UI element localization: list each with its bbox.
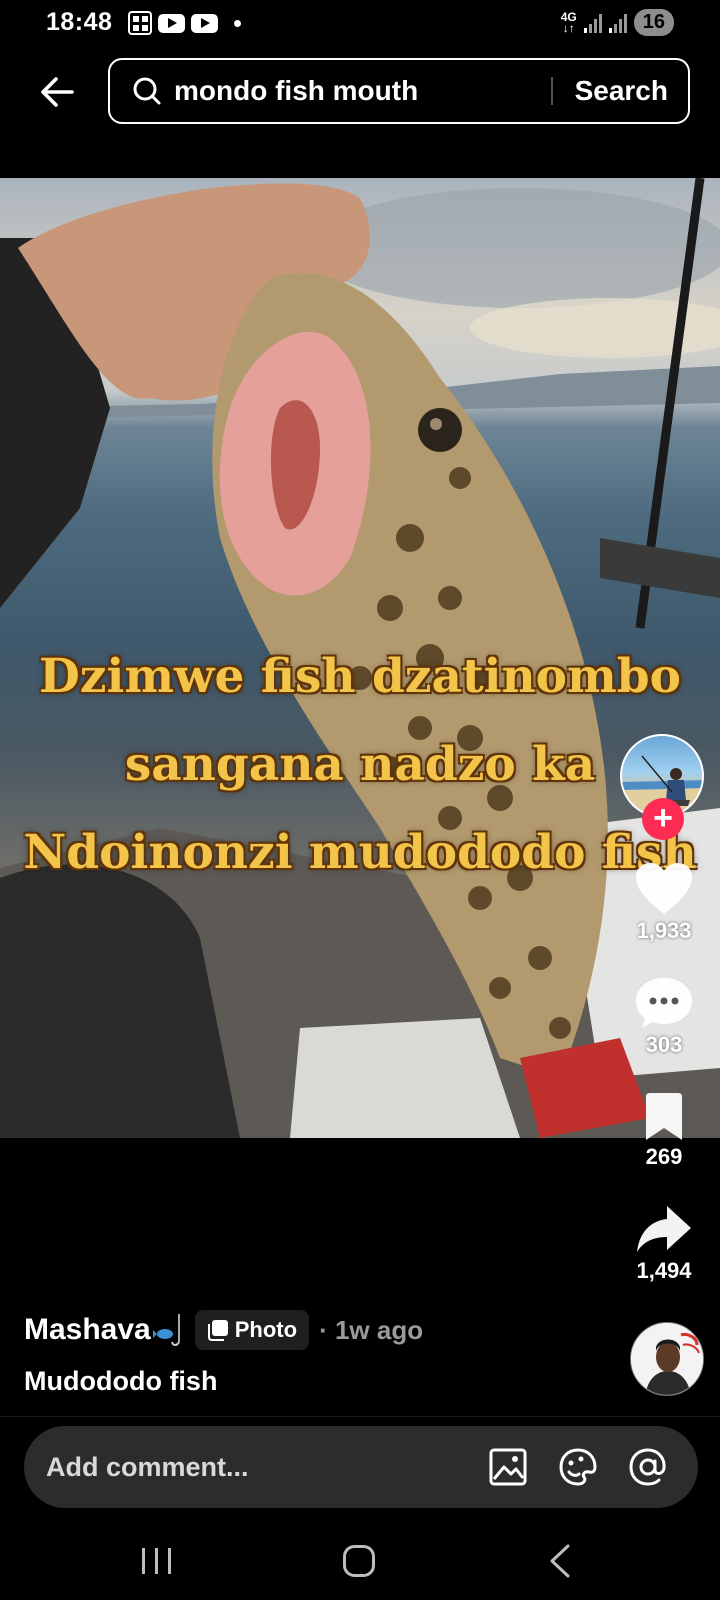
photo-badge-label: Photo [234,1317,298,1342]
mention-icon[interactable] [628,1447,668,1487]
back-arrow-icon[interactable] [36,70,80,114]
comment-count: 303 [645,1032,683,1057]
network-type: 4G ↓↑ [560,9,577,35]
battery-indicator: 16 [633,9,674,36]
notification-icons [128,11,241,35]
sound-avatar[interactable] [630,1322,704,1396]
system-nav-bar [0,1520,720,1600]
posted-time: · 1w ago [319,1314,424,1345]
caption-line: Dzimwe fish dzatinombo [39,649,681,704]
home-icon[interactable] [342,1544,376,1578]
like-count: 1,933 [636,918,692,943]
search-icon [133,77,161,105]
comment-icon [636,978,692,1028]
youtube-icon [191,13,218,33]
emoji-icon[interactable] [558,1447,598,1487]
comment-button[interactable]: 303 [616,976,712,1058]
fishing-pole-icon [152,1314,180,1346]
qr-code-icon [128,11,152,35]
status-time: 18:48 [46,8,113,36]
share-button[interactable]: 1,494 [616,1204,712,1284]
post-meta: Mashava Photo · 1w ago [24,1310,423,1350]
search-divider [550,77,553,105]
status-bar: 18:48 4G ↓↑ 16 [0,0,720,48]
photo-stack-icon [207,1320,228,1341]
comment-bar[interactable]: Add comment... [24,1426,698,1508]
author-name[interactable]: Mashava [24,1313,151,1347]
image-icon[interactable] [488,1447,528,1487]
more-notifications-icon [234,19,241,27]
save-count: 269 [645,1144,683,1169]
search-input[interactable]: mondo fish mouth [174,75,551,107]
system-icons: 4G ↓↑ 16 [561,9,674,36]
search-bar[interactable]: mondo fish mouth Search [108,58,690,124]
bookmark-icon [646,1093,682,1140]
caption-line: sangana nadzo ka [124,737,596,792]
share-icon [637,1206,691,1252]
heart-icon [636,863,692,914]
photo-badge: Photo [194,1310,310,1350]
comment-input[interactable]: Add comment... [46,1452,488,1483]
recents-icon[interactable] [140,1546,174,1576]
photo-caption: Dzimwe fish dzatinombo sangana nadzo ka … [0,633,720,897]
share-count: 1,494 [636,1258,692,1283]
like-button[interactable]: 1,933 [616,862,712,944]
youtube-icon [158,13,185,33]
follow-button[interactable]: + [642,798,684,840]
signal-icon [608,13,627,33]
caption-line: Ndoinonzi mudododo fish [23,825,697,880]
post-photo[interactable]: Dzimwe fish dzatinombo sangana nadzo ka … [0,178,720,1138]
signal-icon [583,13,602,33]
nav-back-icon[interactable] [548,1544,572,1578]
search-button[interactable]: Search [575,75,668,107]
post-description: Mudododo fish [24,1366,218,1396]
save-button[interactable]: 269 [616,1092,712,1170]
divider [0,1416,720,1417]
